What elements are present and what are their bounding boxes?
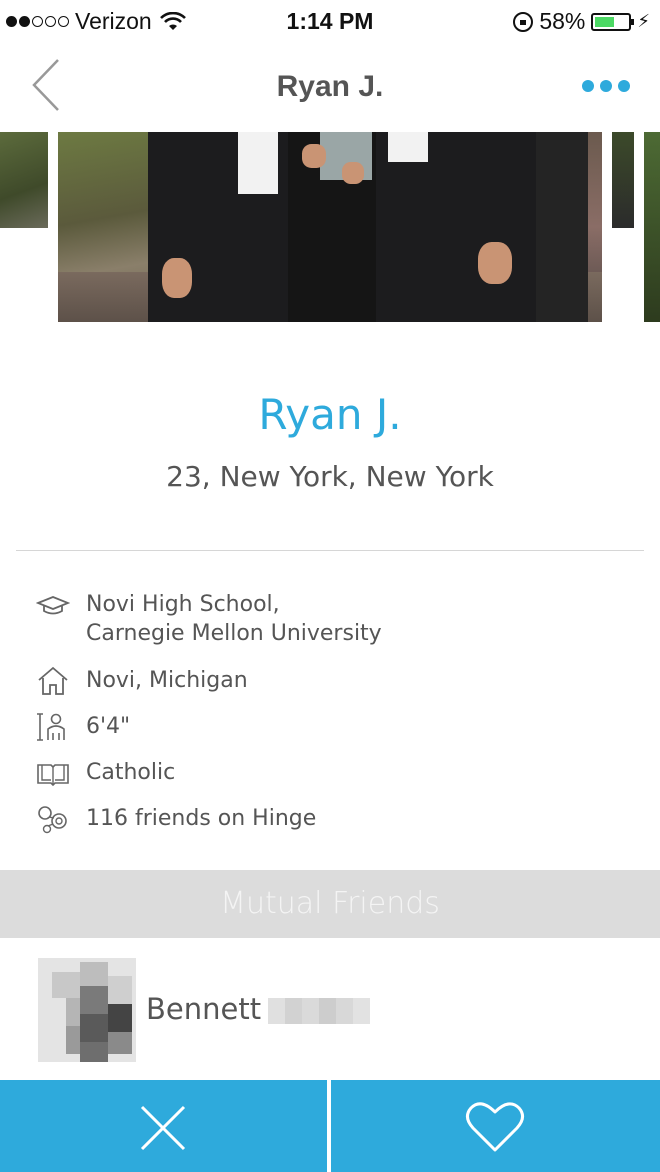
photo-carousel[interactable] [0,132,660,324]
battery-percent: 58% [539,8,586,34]
rotation-lock-icon [513,11,534,32]
profile-age-location: 23, New York, New York [166,460,494,493]
status-bar: Verizon 1:14 PM 58% ⚡ [0,0,660,42]
previous-photo[interactable] [0,132,48,228]
detail-text: Novi High School, Carnegie Mellon Univer… [86,590,382,648]
detail-text: Catholic [86,760,176,785]
detail-line: Carnegie Mellon University [86,621,382,646]
heart-icon [466,1102,524,1152]
charging-icon: ⚡ [637,11,650,31]
pass-button[interactable] [0,1080,327,1172]
avatar [38,958,136,1062]
friends-network-icon [38,806,67,834]
height-icon [37,713,65,741]
detail-line: Novi High School, [86,592,280,617]
profile-photo[interactable] [58,132,602,322]
action-bar [0,1080,660,1172]
profile-name: Ryan J. [258,390,402,439]
home-icon [38,666,68,695]
navigation-bar: Ryan J. [0,46,660,130]
next-photo[interactable] [612,132,634,228]
mutual-friend-item[interactable]: Bennett [0,950,660,1070]
detail-text: 116 friends on Hinge [86,806,317,831]
more-options-button[interactable] [582,80,630,92]
next-photo-edge[interactable] [644,132,660,322]
redacted-last-name [268,998,370,1024]
book-icon [37,764,69,787]
section-divider [16,550,644,551]
graduation-cap-icon [36,596,70,615]
detail-text: 6'4" [86,714,131,739]
like-button[interactable] [331,1080,660,1172]
friend-name: Bennett [146,992,262,1026]
mutual-friends-title: Mutual Friends [220,886,440,921]
detail-text: Novi, Michigan [86,668,248,693]
close-icon [140,1105,186,1151]
mutual-friends-header: Mutual Friends [0,870,660,938]
nav-title: Ryan J. [276,70,384,103]
status-right: 58% ⚡ [513,8,650,35]
battery-icon [591,12,635,31]
battery-fill [595,16,614,27]
ellipsis-icon [582,80,594,92]
